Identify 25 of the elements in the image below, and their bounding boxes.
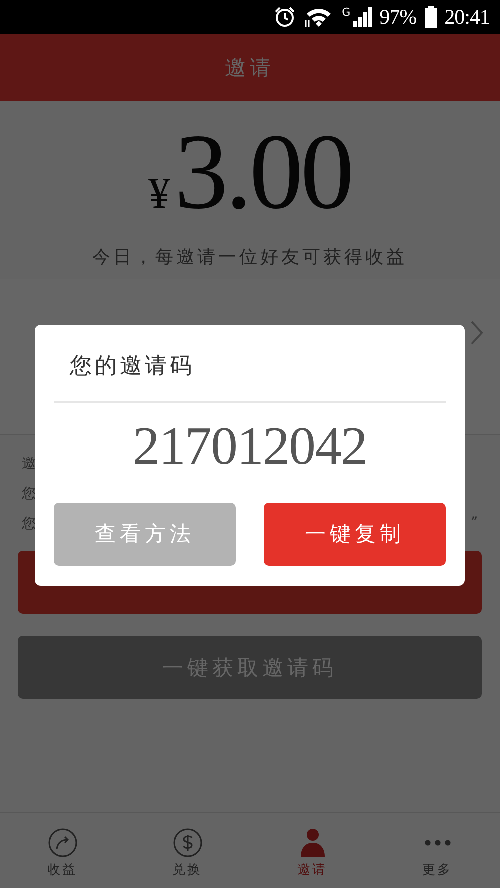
info-text: ” — [470, 515, 478, 533]
info-text: 邀 — [22, 455, 36, 473]
reward-caption: 今日，每邀请一位好友可获得收益 — [92, 246, 408, 269]
page-title: 邀请 — [225, 54, 275, 82]
dialog-title: 您的邀请码 — [69, 352, 196, 380]
battery-percent: 97% — [380, 4, 417, 30]
dialog-button[interactable]: 一键复制 — [264, 502, 446, 566]
invite-code: 217012042 — [132, 414, 368, 476]
tab[interactable]: 邀请 — [272, 822, 352, 879]
clock-time: 20:41 — [444, 4, 490, 30]
alarm-icon — [274, 6, 296, 28]
battery-icon — [424, 6, 437, 28]
chevron-right-icon — [470, 320, 484, 346]
tab[interactable]: 收益 — [22, 822, 102, 879]
signal-icon — [352, 7, 372, 27]
tab[interactable]: 更多 — [398, 822, 478, 879]
tab[interactable]: 兑换 — [148, 822, 228, 879]
dollar-icon — [172, 828, 202, 858]
currency-symbol: ¥ — [148, 168, 170, 219]
more-icon — [424, 840, 450, 846]
reward-amount: 3.00 — [174, 123, 352, 223]
dialog-button[interactable]: 查看方法 — [54, 502, 236, 566]
info-text: 您 — [22, 515, 36, 533]
network-type: G — [342, 6, 351, 19]
info-text: 您 — [22, 485, 36, 503]
